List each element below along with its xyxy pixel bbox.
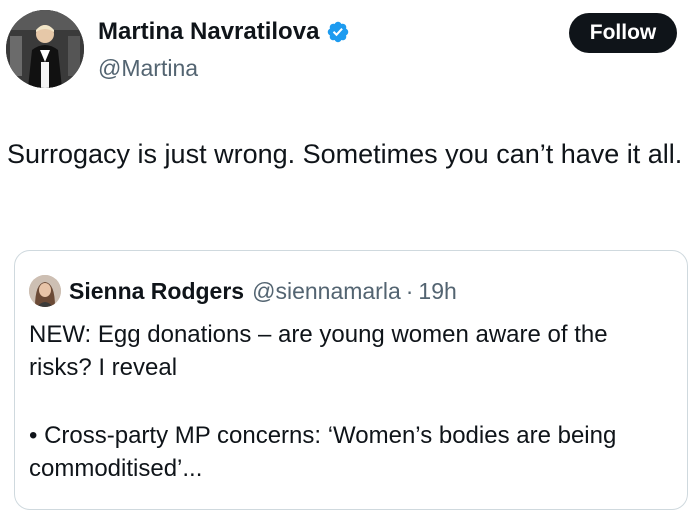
quoted-tweet-header: Sienna Rodgers @siennamarla · 19h	[29, 275, 457, 307]
separator-dot: ·	[405, 278, 414, 304]
author-handle[interactable]: @Martina	[98, 53, 198, 83]
author-avatar-image	[6, 10, 84, 88]
quoted-author-name[interactable]: Sienna Rodgers	[69, 276, 244, 306]
verified-badge-icon	[328, 21, 349, 43]
author-avatar[interactable]	[6, 10, 84, 88]
quoted-author-avatar	[29, 275, 61, 307]
tweet-card: Martina Navratilova @Martina Follow Surr…	[0, 0, 698, 510]
follow-button[interactable]: Follow	[569, 13, 677, 53]
quoted-tweet-bullet: • Cross-party MP concerns: ‘Women’s bodi…	[29, 422, 617, 482]
quoted-author-handle[interactable]: @siennamarla	[252, 276, 401, 306]
author-name[interactable]: Martina Navratilova	[98, 17, 319, 47]
quoted-tweet-text: NEW: Egg donations – are young women awa…	[29, 321, 608, 381]
quoted-tweet[interactable]: Sienna Rodgers @siennamarla · 19h NEW: E…	[14, 250, 688, 510]
quoted-tweet-time[interactable]: 19h	[418, 276, 456, 306]
tweet-text: Surrogacy is just wrong. Sometimes you c…	[7, 139, 683, 169]
quoted-author-avatar-image	[29, 275, 61, 307]
author-name-row: Martina Navratilova	[98, 17, 350, 47]
